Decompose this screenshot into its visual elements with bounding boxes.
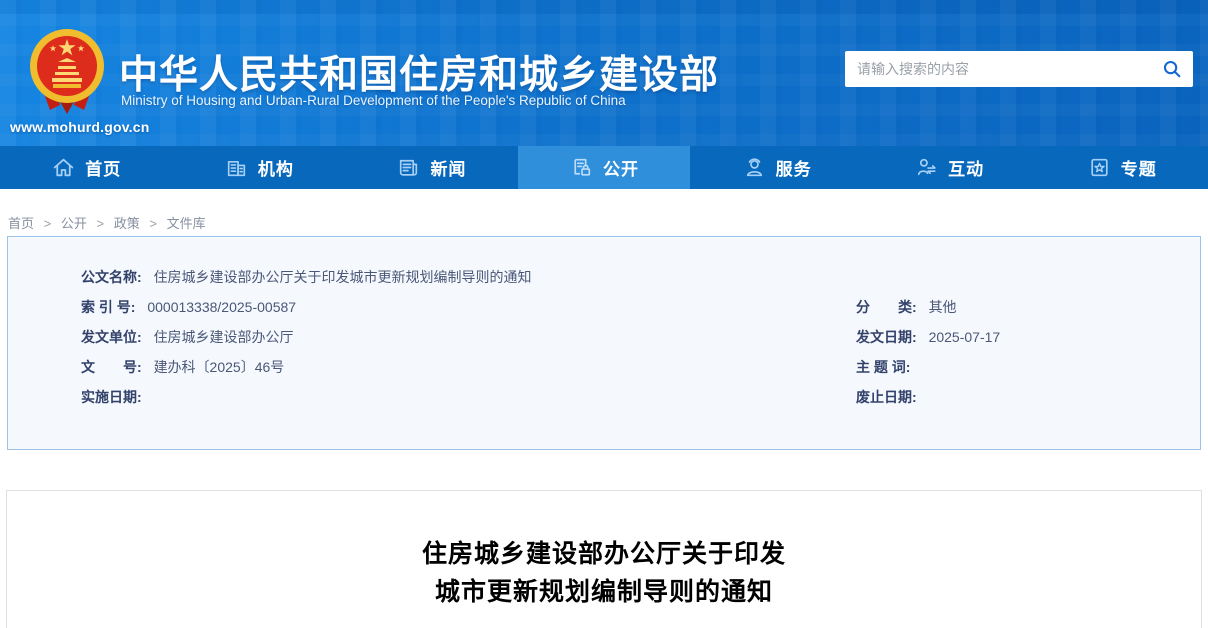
meta-row-issue-date: 发文日期: 2025-07-17 bbox=[856, 322, 1200, 352]
site-title-english: Ministry of Housing and Urban-Rural Deve… bbox=[121, 93, 626, 108]
meta-value-document-name: 住房城乡建设部办公厅关于印发城市更新规划编制导则的通知 bbox=[153, 269, 532, 285]
article-title-line2: 城市更新规划编制导则的通知 bbox=[434, 578, 773, 606]
search-input[interactable] bbox=[845, 51, 1151, 87]
meta-label: 实施日期: bbox=[81, 389, 142, 405]
nav-item-interaction[interactable]: 互动 bbox=[863, 146, 1036, 189]
nav-item-label: 公开 bbox=[603, 160, 640, 179]
breadcrumb-separator: > bbox=[149, 216, 157, 231]
search-button[interactable] bbox=[1151, 51, 1193, 87]
nav-item-services[interactable]: 服务 bbox=[690, 146, 863, 189]
nav-item-label: 首页 bbox=[85, 160, 122, 179]
meta-label: 索 引 号: bbox=[81, 299, 136, 315]
nav-item-label: 机构 bbox=[257, 160, 294, 179]
meta-label: 主 题 词: bbox=[856, 359, 911, 375]
meta-grid: 索 引 号: 000013338/2025-00587 分 类: 其他 发文单位… bbox=[81, 292, 1200, 412]
topics-icon bbox=[1087, 155, 1112, 180]
meta-row-effective-date: 实施日期: bbox=[81, 382, 856, 412]
disclosure-icon bbox=[569, 155, 594, 180]
article-card: 住房城乡建设部办公厅关于印发 城市更新规划编制导则的通知 bbox=[6, 490, 1202, 628]
nav-item-label: 服务 bbox=[775, 160, 812, 179]
nav-item-label: 新闻 bbox=[430, 160, 467, 179]
meta-row-subject-words: 主 题 词: bbox=[856, 352, 1200, 382]
meta-label: 发文日期: bbox=[856, 329, 917, 345]
meta-label: 文 号: bbox=[81, 359, 142, 375]
breadcrumb-home[interactable]: 首页 bbox=[8, 216, 34, 231]
breadcrumb-separator: > bbox=[43, 216, 52, 231]
nav-item-disclosure[interactable]: 公开 bbox=[517, 146, 691, 189]
site-header: www.mohurd.gov.cn 中华人民共和国住房和城乡建设部 Minist… bbox=[0, 0, 1208, 146]
nav-item-organization[interactable]: 机构 bbox=[173, 146, 346, 189]
meta-value-index-number: 000013338/2025-00587 bbox=[147, 299, 297, 315]
meta-row-document-name: 公文名称: 住房城乡建设部办公厅关于印发城市更新规划编制导则的通知 bbox=[81, 262, 1200, 292]
search-box bbox=[845, 51, 1193, 87]
site-title-chinese: 中华人民共和国住房和城乡建设部 bbox=[119, 54, 720, 97]
meta-row-repeal-date: 废止日期: bbox=[856, 382, 1200, 412]
national-emblem-icon bbox=[30, 29, 104, 114]
meta-row-issuing-unit: 发文单位: 住房城乡建设部办公厅 bbox=[81, 322, 856, 352]
breadcrumb-policy[interactable]: 政策 bbox=[114, 216, 140, 231]
meta-value-issue-date: 2025-07-17 bbox=[928, 329, 1001, 345]
site-url: www.mohurd.gov.cn bbox=[10, 119, 150, 135]
breadcrumb: 首页 > 公开 > 政策 > 文件库 bbox=[0, 189, 1208, 231]
meta-row-document-number: 文 号: 建办科〔2025〕46号 bbox=[81, 352, 856, 382]
main-navigation: 首页 机构 新闻 公开 服务 互动 专题 bbox=[0, 146, 1208, 189]
meta-value-issuing-unit: 住房城乡建设部办公厅 bbox=[153, 329, 294, 345]
breadcrumb-file-library[interactable]: 文件库 bbox=[167, 216, 206, 231]
meta-value-document-number: 建办科〔2025〕46号 bbox=[153, 359, 285, 375]
nav-item-topics[interactable]: 专题 bbox=[1035, 146, 1208, 189]
nav-item-label: 专题 bbox=[1120, 160, 1157, 179]
news-icon bbox=[396, 155, 421, 180]
nav-item-label: 互动 bbox=[948, 160, 985, 179]
meta-label: 发文单位: bbox=[81, 329, 142, 345]
meta-label: 公文名称: bbox=[81, 269, 142, 285]
nav-item-home[interactable]: 首页 bbox=[0, 146, 173, 189]
document-metadata-card: 公文名称: 住房城乡建设部办公厅关于印发城市更新规划编制导则的通知 索 引 号:… bbox=[7, 236, 1201, 450]
nav-item-news[interactable]: 新闻 bbox=[345, 146, 518, 189]
meta-row-category: 分 类: 其他 bbox=[856, 292, 1200, 322]
article-title-line1: 住房城乡建设部办公厅关于印发 bbox=[421, 540, 786, 568]
breadcrumb-separator: > bbox=[96, 216, 105, 231]
service-icon bbox=[742, 155, 767, 180]
interaction-icon bbox=[914, 155, 939, 180]
meta-label: 分 类: bbox=[856, 299, 917, 315]
magnifier-icon bbox=[1163, 60, 1181, 78]
meta-label: 废止日期: bbox=[856, 389, 917, 405]
home-icon bbox=[51, 155, 76, 180]
organization-icon bbox=[224, 155, 249, 180]
article-title: 住房城乡建设部办公厅关于印发 城市更新规划编制导则的通知 bbox=[7, 535, 1201, 611]
breadcrumb-disclosure[interactable]: 公开 bbox=[61, 216, 87, 231]
meta-value-category: 其他 bbox=[928, 299, 957, 315]
meta-row-index-number: 索 引 号: 000013338/2025-00587 bbox=[81, 292, 856, 322]
